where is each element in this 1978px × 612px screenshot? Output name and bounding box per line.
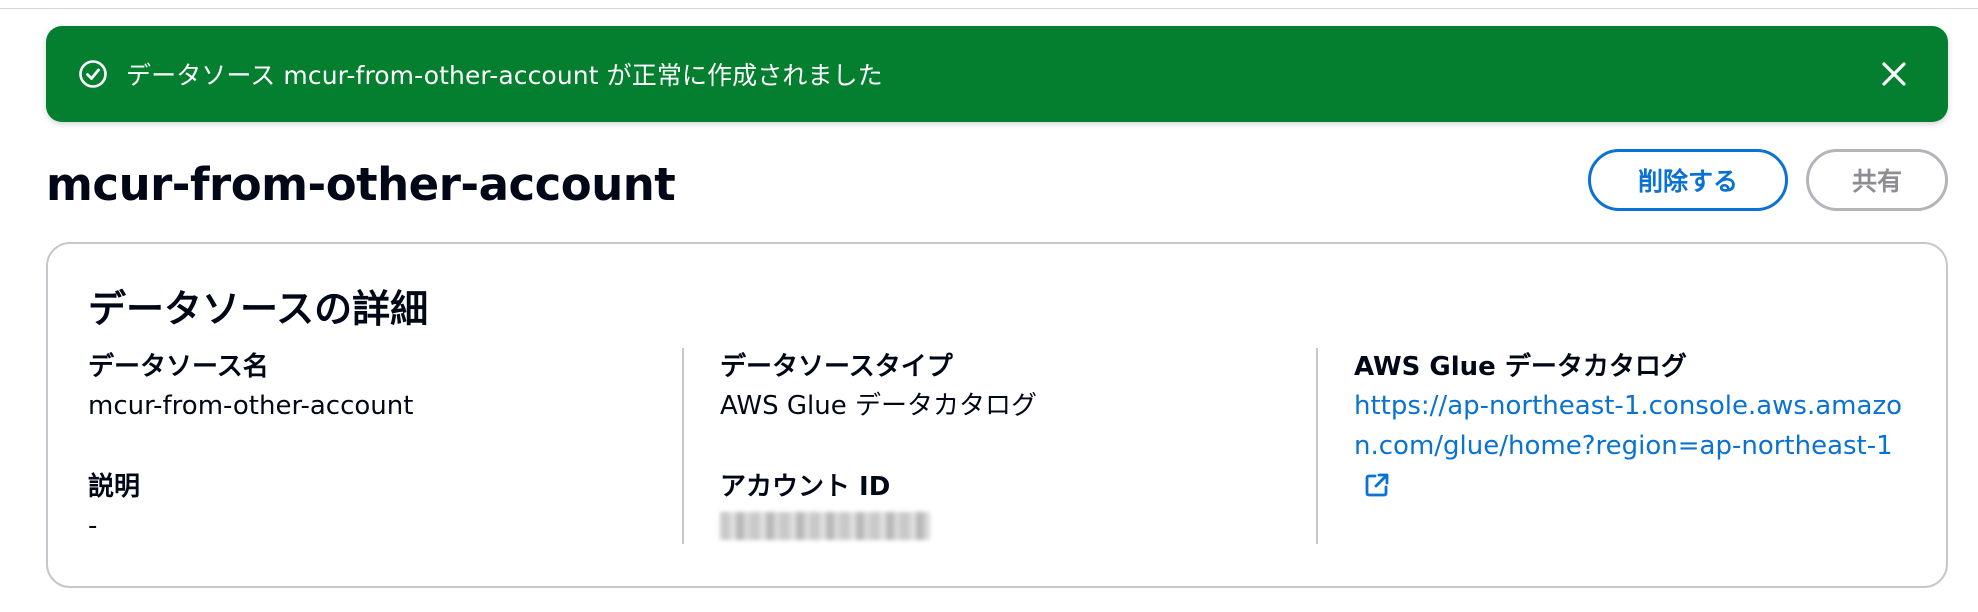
data-source-name-value: mcur-from-other-account bbox=[88, 391, 414, 421]
check-circle-icon bbox=[78, 59, 108, 89]
external-link-icon[interactable] bbox=[1364, 470, 1390, 510]
glue-catalog-label: AWS Glue データカタログ bbox=[1354, 352, 1687, 382]
details-column-3: AWS Glue データカタログ https://ap-northeast-1.… bbox=[1354, 348, 1914, 510]
success-flash-banner: データソース mcur-from-other-account が正常に作成されま… bbox=[46, 26, 1948, 122]
account-id-label: アカウント ID bbox=[720, 472, 891, 502]
details-column-1: データソース名 mcur-from-other-account 説明 - bbox=[88, 348, 648, 546]
delete-button[interactable]: 削除する bbox=[1588, 149, 1788, 211]
data-source-type-label: データソースタイプ bbox=[720, 352, 953, 382]
details-column-2: データソースタイプ AWS Glue データカタログ アカウント ID bbox=[720, 348, 1280, 552]
page: データソース mcur-from-other-account が正常に作成されま… bbox=[0, 0, 1978, 612]
glue-catalog-link-text[interactable]: https://ap-northeast-1.console.aws.amazo… bbox=[1354, 391, 1902, 461]
redacted-account-id bbox=[720, 512, 930, 540]
top-divider bbox=[0, 8, 1978, 9]
column-divider bbox=[1316, 348, 1318, 544]
data-source-type-value: AWS Glue データカタログ bbox=[720, 391, 1037, 421]
data-source-details-card: データソースの詳細 データソース名 mcur-from-other-accoun… bbox=[46, 242, 1948, 588]
share-button[interactable]: 共有 bbox=[1806, 149, 1948, 211]
account-id-value bbox=[720, 506, 1280, 552]
page-header: mcur-from-other-account 削除する 共有 bbox=[46, 140, 1948, 220]
data-source-name-label: データソース名 bbox=[88, 352, 269, 382]
flash-message: データソース mcur-from-other-account が正常に作成されま… bbox=[126, 61, 883, 90]
glue-catalog-link[interactable]: https://ap-northeast-1.console.aws.amazo… bbox=[1354, 391, 1902, 501]
card-title: データソースの詳細 bbox=[88, 287, 429, 331]
column-divider bbox=[682, 348, 684, 544]
description-label: 説明 bbox=[88, 472, 141, 502]
page-title: mcur-from-other-account bbox=[46, 157, 676, 211]
description-value: - bbox=[88, 511, 98, 541]
close-icon[interactable] bbox=[1870, 50, 1918, 98]
